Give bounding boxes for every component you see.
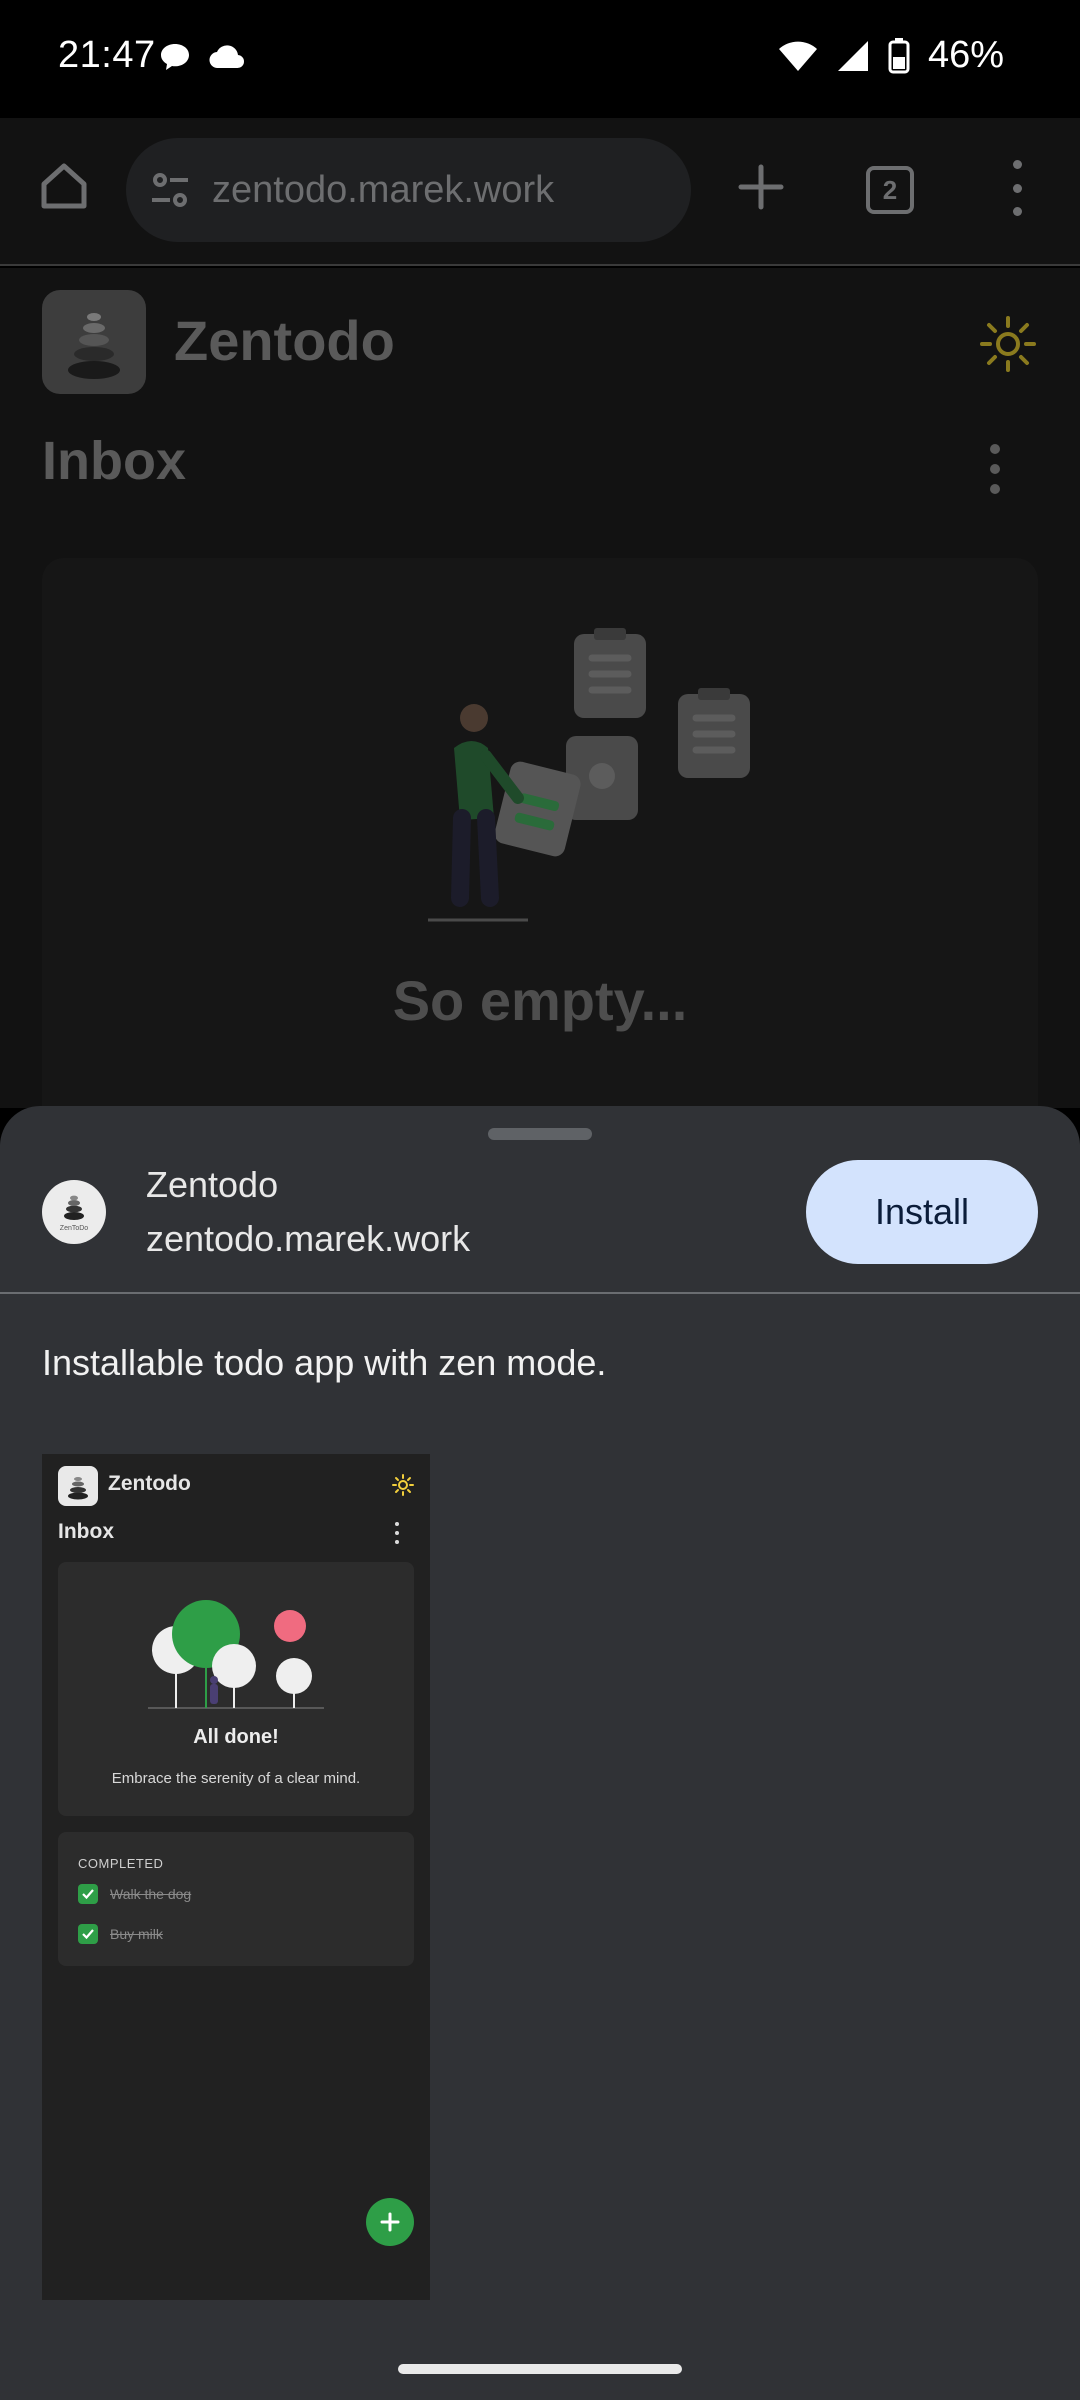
preview-done-title: All done! xyxy=(193,1726,279,1748)
empty-illustration xyxy=(428,628,750,922)
preview-section-title: Inbox xyxy=(58,1520,114,1543)
preview-completed-header: COMPLETED xyxy=(78,1856,164,1871)
site-settings-icon[interactable] xyxy=(148,168,192,212)
install-button[interactable]: Install xyxy=(806,1160,1038,1264)
more-menu-icon[interactable] xyxy=(1006,160,1028,216)
gesture-nav-handle[interactable] xyxy=(398,2364,682,2374)
status-bar: 21:47 46% xyxy=(0,0,1080,118)
cloud-icon xyxy=(209,45,245,69)
status-notification-icons xyxy=(158,40,246,74)
tab-switcher-button[interactable]: 2 xyxy=(866,166,914,214)
preview-more-icon xyxy=(394,1522,400,1544)
section-title: Inbox xyxy=(42,431,186,491)
checkbox-checked-icon xyxy=(78,1924,98,1944)
sun-icon xyxy=(980,316,1036,372)
browser-toolbar: zentodo.marek.work 2 xyxy=(0,118,1080,266)
divider xyxy=(0,1292,1080,1294)
tab-count: 2 xyxy=(882,174,898,205)
home-icon xyxy=(41,163,87,209)
stones-logo-icon xyxy=(68,1477,88,1500)
preview-trees-illustration xyxy=(148,1600,324,1709)
battery-icon xyxy=(888,37,910,73)
url-bar[interactable]: zentodo.marek.work xyxy=(126,138,691,242)
empty-message: So empty... xyxy=(392,969,688,1032)
icon-caption: ZenToDo xyxy=(60,1225,89,1232)
inbox-more-icon[interactable] xyxy=(988,444,1002,494)
preview-item-text: Walk the dog xyxy=(110,1886,192,1902)
install-app-icon: ZenToDo xyxy=(42,1180,106,1244)
home-button[interactable] xyxy=(36,158,92,214)
preview-completed-card: COMPLETED Walk the dog Buy milk xyxy=(58,1832,414,1966)
webpage-content: Zentodo Inbox So empty... xyxy=(0,268,1080,1108)
drag-handle[interactable] xyxy=(488,1128,592,1140)
preview-app-logo xyxy=(58,1466,98,1506)
url-text: zentodo.marek.work xyxy=(212,168,555,211)
signal-icon xyxy=(837,40,868,71)
install-bottom-sheet: ZenToDo Zentodo zentodo.marek.work Insta… xyxy=(0,1106,1080,2400)
plus-icon xyxy=(380,2212,400,2232)
theme-toggle-button[interactable] xyxy=(980,316,1036,372)
checkbox-checked-icon xyxy=(78,1884,98,1904)
wifi-icon xyxy=(778,41,817,71)
stones-logo-icon: ZenToDo xyxy=(60,1195,89,1232)
preview-item-text: Buy milk xyxy=(110,1926,163,1942)
status-time: 21:47 xyxy=(58,34,156,76)
new-tab-icon xyxy=(738,164,784,210)
empty-state-card: So empty... xyxy=(42,558,1038,1108)
install-app-name: Zentodo xyxy=(146,1164,279,1205)
new-tab-button[interactable] xyxy=(736,162,786,212)
app-screenshot-preview[interactable]: Zentodo Inbox All done! Embrace the sere… xyxy=(42,1454,430,2300)
preview-done-subtitle: Embrace the serenity of a clear mind. xyxy=(111,1770,361,1787)
app-logo xyxy=(42,290,146,394)
preview-completed-item: Buy milk xyxy=(78,1924,163,1944)
sun-icon xyxy=(392,1474,414,1496)
battery-percentage: 46% xyxy=(927,34,1004,76)
preview-done-card: All done! Embrace the serenity of a clea… xyxy=(58,1562,414,1816)
status-system-icons: 46% xyxy=(778,34,1004,77)
preview-app-title: Zentodo xyxy=(108,1472,191,1495)
app-description: Installable todo app with zen mode. xyxy=(42,1342,607,1383)
chat-bubble-icon xyxy=(161,44,189,70)
preview-add-button xyxy=(366,2198,414,2246)
preview-completed-item: Walk the dog xyxy=(78,1884,191,1904)
stones-logo-icon xyxy=(68,313,120,379)
app-title: Zentodo xyxy=(174,309,395,372)
install-app-url: zentodo.marek.work xyxy=(146,1218,471,1259)
